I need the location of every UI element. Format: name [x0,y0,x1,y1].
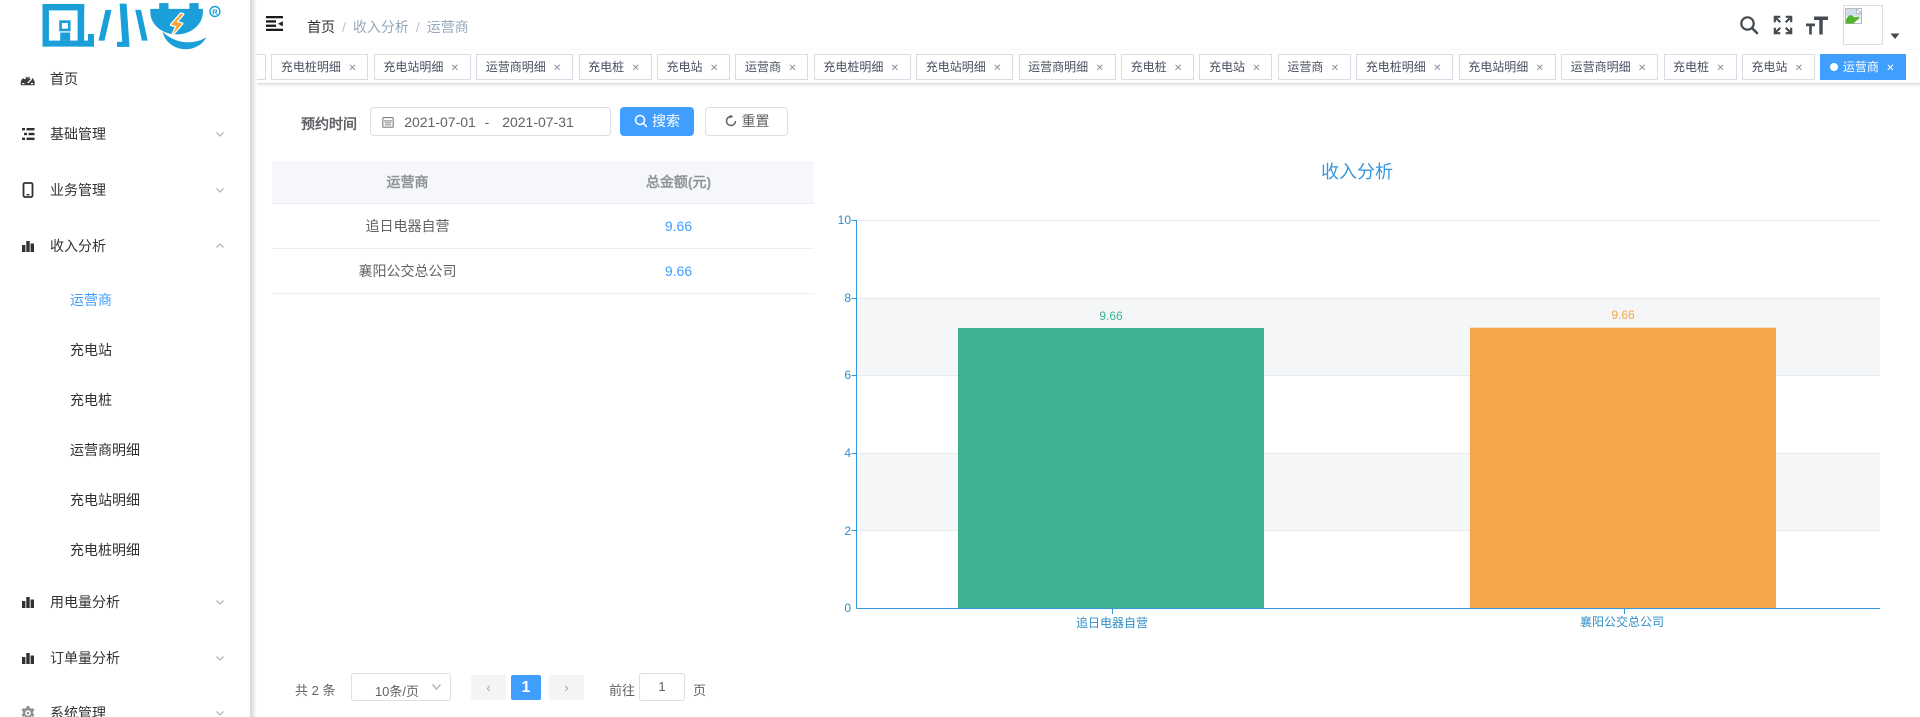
svg-text:10: 10 [838,213,852,227]
svg-text:襄阳公交总公司: 襄阳公交总公司 [1580,614,1664,629]
svg-text:追日电器自营: 追日电器自营 [1076,615,1148,630]
svg-text:9.66: 9.66 [1099,309,1123,323]
svg-text:R: R [212,7,218,16]
svg-text:9.66: 9.66 [1611,308,1635,322]
svg-text:收入分析: 收入分析 [1321,162,1393,182]
svg-text:8: 8 [844,291,851,305]
svg-text:4: 4 [844,446,851,460]
svg-text:6: 6 [844,368,851,382]
svg-text:2: 2 [844,524,851,538]
svg-text:0: 0 [844,601,851,615]
